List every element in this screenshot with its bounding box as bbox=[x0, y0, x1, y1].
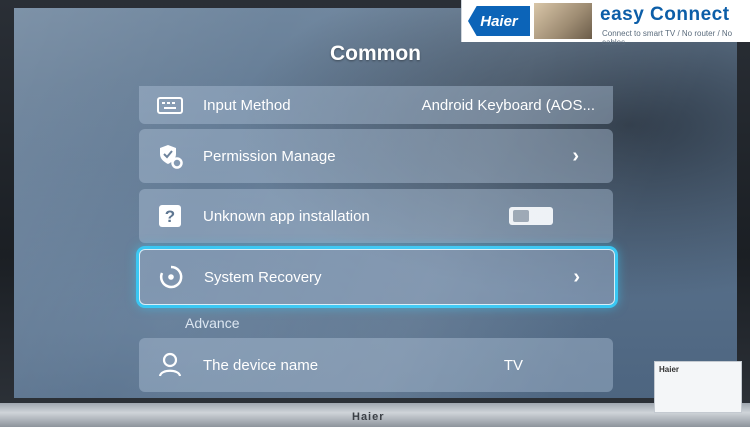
section-label-advance: Advance bbox=[185, 315, 240, 331]
settings-item-value: Android Keyboard (AOS... bbox=[421, 96, 595, 114]
haier-logo: Haier bbox=[468, 6, 530, 36]
settings-item-permission-manage[interactable]: Permission Manage › bbox=[139, 129, 613, 183]
settings-item-value: TV bbox=[503, 356, 523, 374]
unknown-apps-toggle[interactable] bbox=[509, 207, 553, 225]
question-icon: ? bbox=[157, 203, 183, 229]
sticker-logo: Haier bbox=[659, 365, 680, 374]
settings-item-unknown-app-installation[interactable]: ? Unknown app installation bbox=[139, 189, 613, 243]
settings-item-label: System Recovery bbox=[204, 268, 322, 286]
banner-subtitle: Connect to smart TV / No router / No cab… bbox=[602, 29, 733, 47]
settings-item-label: Permission Manage bbox=[203, 147, 336, 165]
settings-item-input-method[interactable]: Input Method Android Keyboard (AOS... bbox=[139, 86, 613, 124]
banner-title: easy Connect bbox=[600, 4, 730, 25]
shield-gear-icon bbox=[157, 143, 183, 169]
brand-banner: Haier easy Connect Connect to smart TV /… bbox=[461, 0, 750, 47]
corner-sticker: Haier bbox=[654, 361, 742, 413]
person-icon bbox=[157, 352, 183, 378]
settings-item-label: Unknown app installation bbox=[203, 207, 370, 225]
settings-item-device-name[interactable]: The device name TV bbox=[139, 338, 613, 392]
chevron-right-icon: › bbox=[572, 144, 579, 167]
recovery-icon bbox=[158, 264, 184, 290]
tv-screen: Common Input Method Android Keyboard (AO… bbox=[14, 8, 737, 398]
tv-bottom-frame: Haier bbox=[0, 403, 750, 427]
svg-text:?: ? bbox=[165, 207, 175, 226]
toggle-knob bbox=[513, 210, 529, 222]
settings-item-system-recovery[interactable]: System Recovery › bbox=[139, 249, 615, 305]
chevron-right-icon: › bbox=[573, 265, 580, 288]
banner-photo bbox=[534, 3, 592, 39]
bottom-brand-logo: Haier bbox=[352, 411, 385, 423]
settings-item-label: Input Method bbox=[203, 96, 291, 114]
keyboard-icon bbox=[157, 92, 183, 118]
settings-item-label: The device name bbox=[203, 356, 319, 374]
